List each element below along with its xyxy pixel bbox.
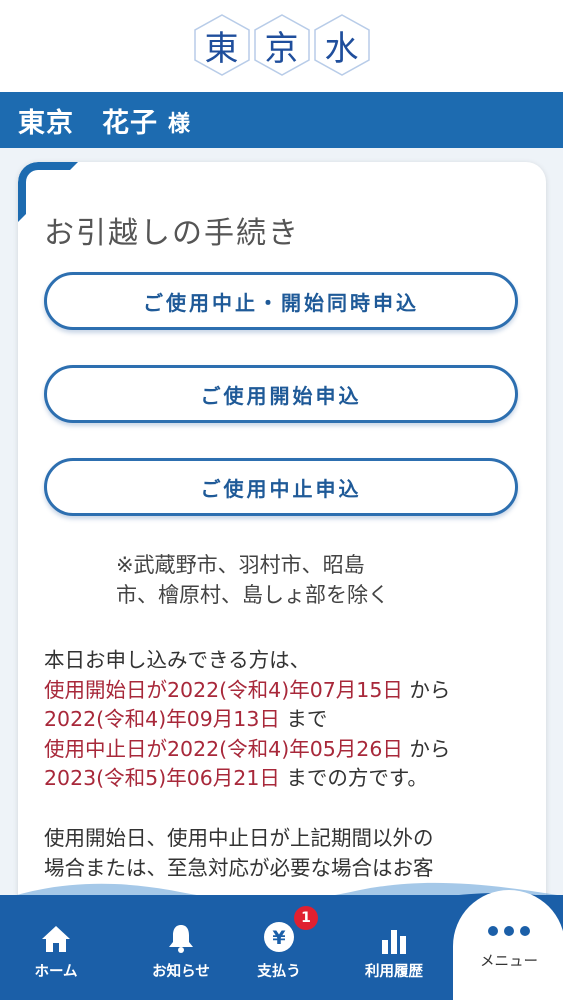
home-icon	[11, 918, 101, 954]
svg-text:¥: ¥	[272, 927, 285, 949]
yen-icon: ¥ 1	[234, 906, 324, 954]
stop-date-from: 使用中止日が2022(令和4)年05月26日	[44, 736, 403, 761]
bar-chart-icon	[349, 918, 439, 954]
card-title: お引越しの手続き	[44, 216, 300, 251]
excluded-areas-note: ※武蔵野市、羽村市、昭島 市、檜原村、島しょ部を除く	[116, 550, 436, 610]
stop-and-start-application-button[interactable]: ご使用中止・開始同時申込	[44, 272, 518, 330]
other-cases-line-1: 使用開始日、使用中止日が上記期間以外の	[44, 826, 434, 850]
header-logo-area: 東 京 水	[0, 0, 563, 92]
user-bar: 東京 花子 様	[0, 92, 563, 148]
start-application-button[interactable]: ご使用開始申込	[44, 365, 518, 423]
nav-home[interactable]: ホーム	[11, 918, 101, 981]
logo-hex-2: 京	[253, 13, 311, 77]
nav-news[interactable]: お知らせ	[136, 918, 226, 981]
nav-usage-history[interactable]: 利用履歴	[349, 918, 439, 981]
info-intro: 本日お申し込みできる方は、	[44, 648, 311, 672]
start-date-from: 使用開始日が2022(令和4)年07月15日	[44, 677, 403, 702]
start-date-until: 2022(令和4)年09月13日	[44, 707, 280, 731]
tokyo-water-logo: 東 京 水	[193, 13, 371, 77]
user-honorific: 様	[168, 112, 191, 137]
pay-notification-badge: 1	[294, 906, 318, 930]
nav-usage-label: 利用履歴	[365, 964, 423, 980]
stop-from-word: から	[402, 736, 451, 761]
moving-procedure-card: お引越しの手続き ご使用中止・開始同時申込 ご使用開始申込 ご使用中止申込 ※武…	[18, 162, 546, 922]
note-line-1: ※武蔵野市、羽村市、昭島	[116, 553, 365, 577]
menu-label: メニュー	[480, 954, 538, 970]
nav-home-label: ホーム	[34, 964, 78, 980]
more-dots-icon	[488, 926, 530, 936]
nav-pay[interactable]: ¥ 1 支払う	[234, 906, 324, 981]
note-line-2: 市、檜原村、島しょ部を除く	[116, 583, 389, 607]
application-period-info: 本日お申し込みできる方は、 使用開始日が2022(令和4)年07月15日 から …	[44, 646, 534, 794]
bell-icon	[136, 918, 226, 954]
stop-until-word: までの方です。	[279, 766, 428, 790]
nav-news-label: お知らせ	[152, 964, 210, 980]
start-from-word: から	[402, 677, 451, 702]
stop-date-until: 2023(令和5)年06月21日	[44, 766, 280, 790]
logo-hex-1: 東	[193, 13, 251, 77]
menu-button[interactable]: メニュー	[453, 890, 563, 1000]
stop-application-button[interactable]: ご使用中止申込	[44, 458, 518, 516]
start-until-word: まで	[279, 707, 328, 731]
user-name: 東京 花子	[18, 107, 158, 139]
logo-hex-3: 水	[313, 13, 371, 77]
nav-pay-label: 支払う	[257, 964, 301, 980]
